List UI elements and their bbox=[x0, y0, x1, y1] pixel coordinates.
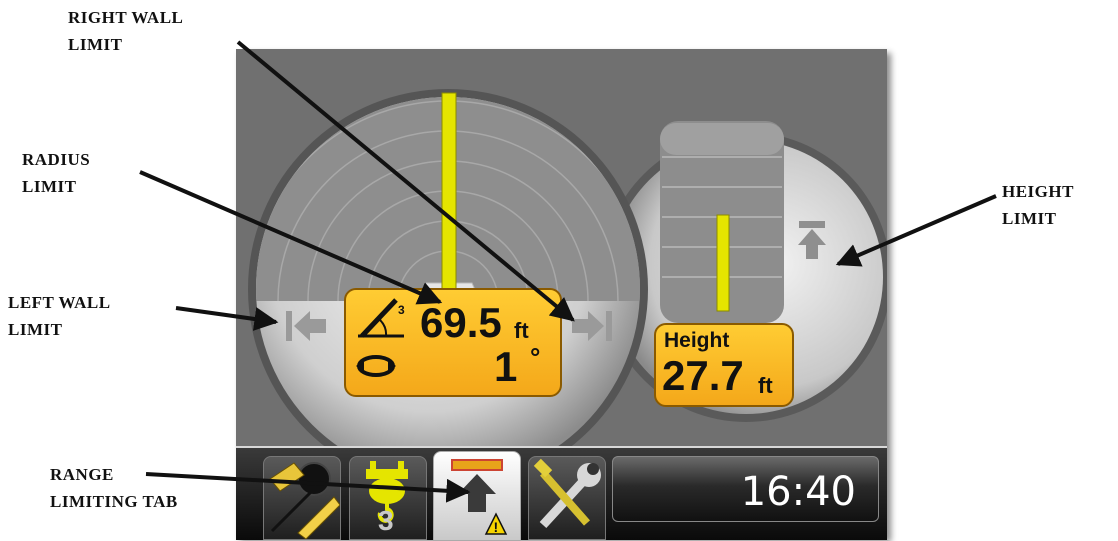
clock-panel: 16:40 bbox=[612, 456, 879, 522]
hook-parts-of-line: 3 bbox=[378, 505, 394, 536]
callout-line: LIMITING TAB bbox=[50, 492, 178, 511]
swing-angle-value: 1 bbox=[494, 343, 518, 390]
height-label: Height bbox=[664, 329, 730, 352]
callout-radius-limit: RADIUS LIMIT bbox=[22, 146, 90, 200]
callout-height-limit: HEIGHT LIMIT bbox=[1002, 178, 1074, 232]
callout-line: RANGE bbox=[50, 465, 114, 484]
swing-rotation-icon bbox=[356, 355, 396, 377]
tab-hook-block[interactable]: 3 bbox=[349, 456, 427, 540]
tab-capacity[interactable] bbox=[263, 456, 341, 540]
height-indicator-bar bbox=[716, 214, 730, 312]
callout-line: LIMIT bbox=[1002, 209, 1057, 228]
callout-line: RIGHT WALL bbox=[68, 8, 184, 27]
callout-right-wall-limit: RIGHT WALL LIMIT bbox=[68, 4, 183, 58]
clock-time: 16:40 bbox=[740, 469, 856, 515]
range-limit-warning-icon: ! bbox=[451, 459, 508, 535]
callout-line: HEIGHT bbox=[1002, 182, 1074, 201]
bottom-tab-bar: 3 ! 16:40 bbox=[236, 446, 887, 541]
callout-line: LIMIT bbox=[8, 320, 63, 339]
radius-unit: ft bbox=[514, 318, 529, 343]
callout-range-limiting-tab: RANGE LIMITING TAB bbox=[50, 461, 178, 515]
radius-readout: 3 69.5 ft 1 ° bbox=[344, 288, 562, 397]
height-value: 27.7 bbox=[662, 352, 744, 399]
boom-position-bar bbox=[441, 92, 457, 296]
callout-left-wall-limit: LEFT WALL LIMIT bbox=[8, 289, 111, 343]
callout-line: LEFT WALL bbox=[8, 293, 111, 312]
rcl-display-screen: 3 69.5 ft 1 ° Height 27.7 ft 3 ! 16:40 bbox=[236, 49, 887, 541]
tab-tools[interactable] bbox=[528, 456, 606, 540]
swing-angle-unit: ° bbox=[530, 342, 541, 372]
callout-line: RADIUS bbox=[22, 150, 91, 169]
callout-line: LIMIT bbox=[68, 35, 123, 54]
callout-line: LIMIT bbox=[22, 177, 77, 196]
radius-value: 69.5 bbox=[420, 299, 502, 346]
tools-wrench-icon bbox=[533, 458, 601, 529]
capacity-ruler-icon bbox=[269, 462, 340, 539]
tab-range-limiting[interactable]: ! bbox=[433, 451, 521, 541]
svg-text:3: 3 bbox=[398, 303, 405, 317]
height-readout: Height 27.7 ft bbox=[654, 323, 794, 407]
svg-text:!: ! bbox=[494, 519, 499, 535]
height-unit: ft bbox=[758, 373, 773, 398]
